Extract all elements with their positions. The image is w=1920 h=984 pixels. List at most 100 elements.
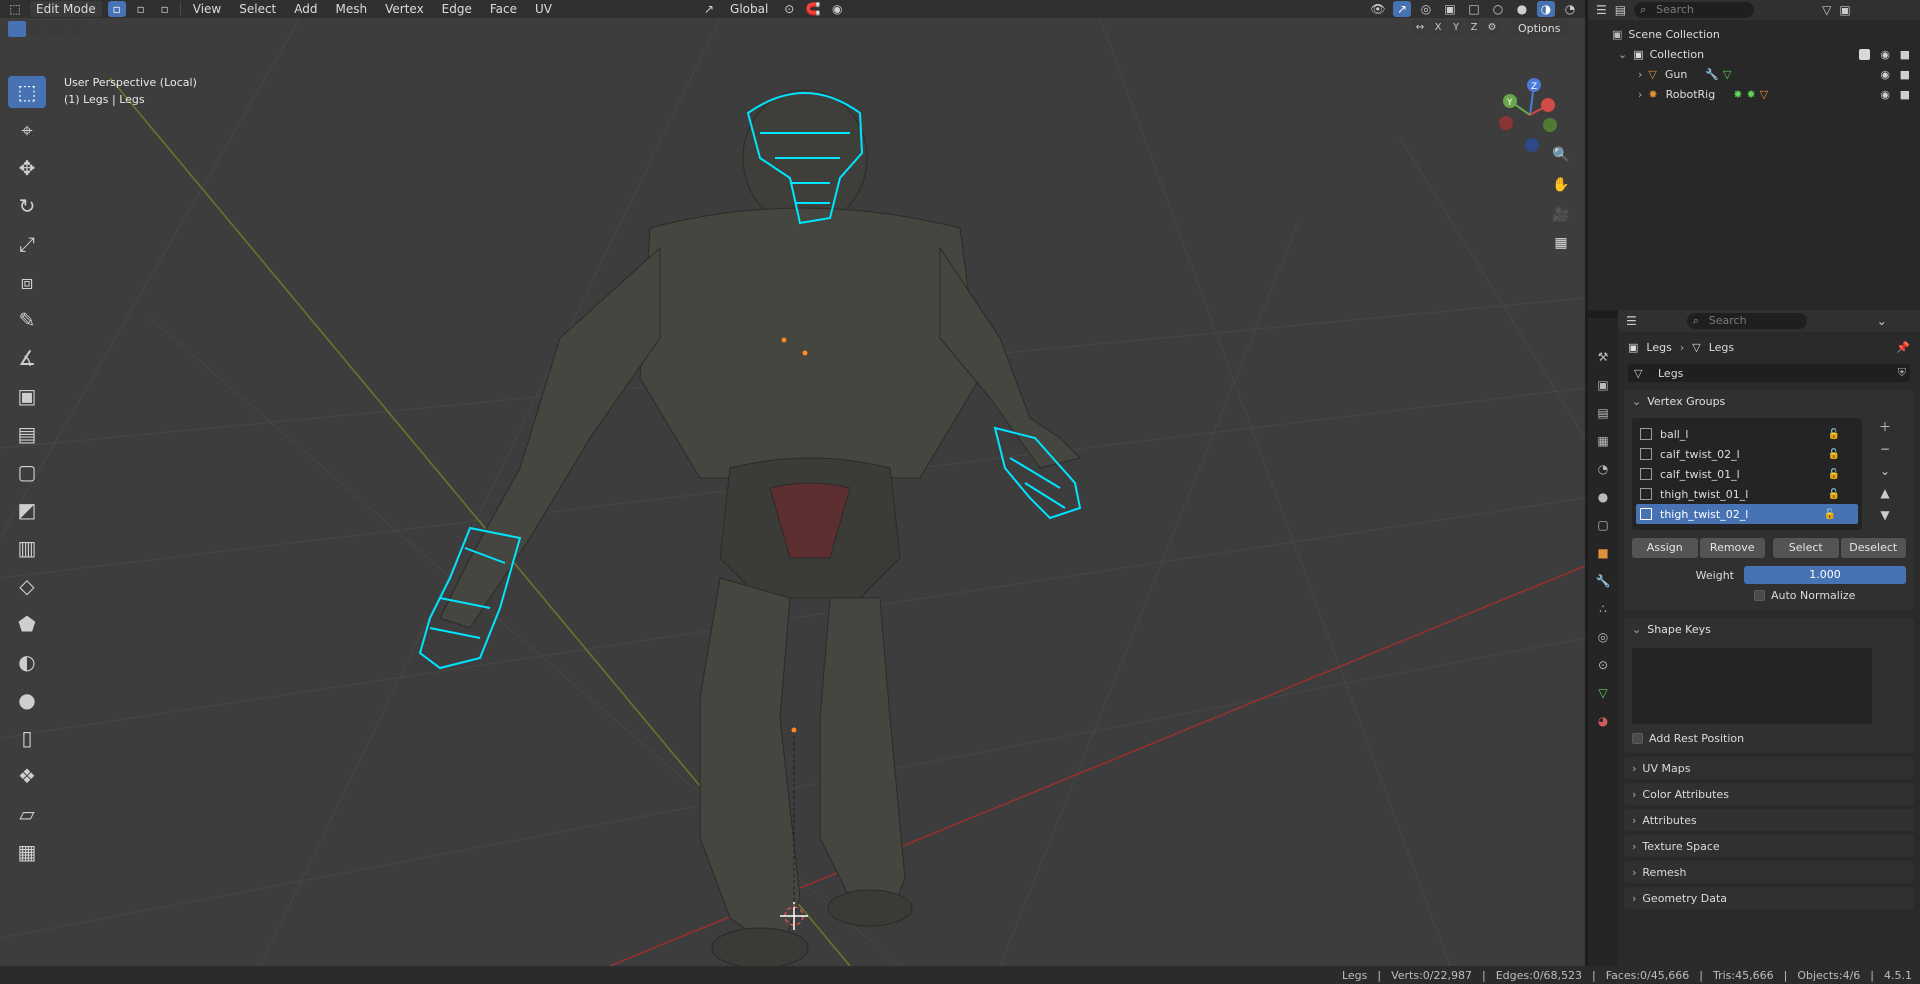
- fake-user-shield-icon[interactable]: ⛨: [1898, 366, 1906, 380]
- panel-texture-space[interactable]: › Texture Space: [1624, 835, 1914, 857]
- pivot-icon[interactable]: ⊙: [780, 1, 798, 17]
- eye-icon[interactable]: ◉: [1880, 88, 1890, 101]
- deselect-button[interactable]: Deselect: [1840, 538, 1906, 558]
- specials-menu-icon[interactable]: ⌄: [1876, 462, 1894, 480]
- transform-tool-icon[interactable]: ⧈: [8, 266, 46, 298]
- outliner-editor-icon[interactable]: ☰: [1596, 3, 1607, 17]
- eye-icon[interactable]: ◉: [1880, 48, 1890, 61]
- collection-tab-icon[interactable]: ▢: [1594, 516, 1612, 534]
- vertex-groups-header[interactable]: ⌄ Vertex Groups: [1624, 390, 1914, 412]
- shape-key-list[interactable]: [1632, 648, 1872, 724]
- gizmo-toggle-icon[interactable]: ↗: [1393, 1, 1411, 17]
- mesh-browse-icon[interactable]: ▽: [1634, 367, 1642, 380]
- camera-icon[interactable]: ■: [1900, 68, 1910, 81]
- select-button[interactable]: Select: [1773, 538, 1839, 558]
- world-tab-icon[interactable]: ●: [1594, 488, 1612, 506]
- scene-collection-row[interactable]: ▣ Scene Collection: [1588, 24, 1920, 44]
- pin-icon[interactable]: 📌: [1896, 341, 1910, 354]
- mesh-edit-overlay-icon[interactable]: ▣: [1441, 1, 1459, 17]
- measure-tool-icon[interactable]: ∡: [8, 342, 46, 374]
- poly-build-tool-icon[interactable]: ⬟: [8, 608, 46, 640]
- scale-tool-icon[interactable]: ⤢: [8, 228, 46, 260]
- collection-row[interactable]: ⌄ ▣ Collection ◉ ■: [1588, 44, 1920, 64]
- shrink-fatten-tool-icon[interactable]: ❖: [8, 760, 46, 792]
- lock-icon[interactable]: 🔓: [1828, 489, 1840, 500]
- weight-slider[interactable]: 1.000: [1744, 566, 1906, 584]
- menu-mesh[interactable]: Mesh: [330, 1, 374, 17]
- panel-uv-maps[interactable]: › UV Maps: [1624, 757, 1914, 779]
- auto-normalize-checkbox[interactable]: [1754, 590, 1765, 601]
- list-item[interactable]: calf_twist_01_l 🔓: [1632, 464, 1862, 484]
- list-item-selected[interactable]: thigh_twist_02_l 🔓: [1636, 504, 1858, 524]
- axis-z-toggle[interactable]: Z: [1466, 20, 1482, 36]
- move-tool-icon[interactable]: ✥: [8, 152, 46, 184]
- rotate-tool-icon[interactable]: ↻: [8, 190, 46, 222]
- eye-icon[interactable]: ◉: [1880, 68, 1890, 81]
- loop-cut-tool-icon[interactable]: ▥: [8, 532, 46, 564]
- camera-view-icon[interactable]: 🎥: [1548, 202, 1574, 228]
- tool-tab-icon[interactable]: ⚒: [1594, 348, 1612, 366]
- mode-dropdown[interactable]: Edit Mode: [30, 1, 102, 17]
- select-new-icon[interactable]: [8, 21, 26, 37]
- camera-icon[interactable]: ■: [1900, 48, 1910, 61]
- spin-tool-icon[interactable]: ◐: [8, 646, 46, 678]
- wireframe-shading-icon[interactable]: ○: [1489, 1, 1507, 17]
- knife-tool-icon[interactable]: ◇: [8, 570, 46, 602]
- menu-face[interactable]: Face: [484, 1, 523, 17]
- material-shading-icon[interactable]: ◑: [1537, 1, 1555, 17]
- mesh-data-tab-icon[interactable]: ▽: [1594, 684, 1612, 702]
- menu-select[interactable]: Select: [233, 1, 282, 17]
- panel-attributes[interactable]: › Attributes: [1624, 809, 1914, 831]
- properties-search-input[interactable]: Search: [1686, 313, 1807, 329]
- vertex-group-list[interactable]: ball_l 🔓 calf_twist_02_l 🔓 calf_twist_01…: [1632, 418, 1862, 530]
- assign-button[interactable]: Assign: [1632, 538, 1698, 558]
- chevron-down-icon[interactable]: ⌄: [1877, 314, 1887, 328]
- modifier-tab-icon[interactable]: 🔧: [1594, 572, 1612, 590]
- list-item[interactable]: thigh_twist_01_l 🔓: [1632, 484, 1862, 504]
- overlay-icon[interactable]: ◎: [1417, 1, 1435, 17]
- collapse-chevron-icon[interactable]: ⌄: [1618, 48, 1627, 61]
- move-down-icon[interactable]: ▼: [1876, 506, 1894, 524]
- zoom-icon[interactable]: 🔍: [1548, 142, 1574, 168]
- bevel-tool-icon[interactable]: ◩: [8, 494, 46, 526]
- outliner-item-robotrig[interactable]: › ✸ RobotRig ✸ ✸ ▽ ◉ ■: [1588, 84, 1920, 104]
- select-extend-icon[interactable]: [28, 21, 46, 37]
- annotate-tool-icon[interactable]: ✎: [8, 304, 46, 336]
- rip-tool-icon[interactable]: ▦: [8, 836, 46, 868]
- camera-icon[interactable]: ■: [1900, 88, 1910, 101]
- new-collection-icon[interactable]: ▣: [1839, 3, 1850, 17]
- rendered-shading-icon[interactable]: ◔: [1561, 1, 1579, 17]
- solid-shading-icon[interactable]: ●: [1513, 1, 1531, 17]
- edge-slide-tool-icon[interactable]: ▯: [8, 722, 46, 754]
- options-dropdown[interactable]: Options: [1510, 20, 1569, 37]
- panel-geometry-data[interactable]: › Geometry Data: [1624, 887, 1914, 909]
- smooth-tool-icon[interactable]: ●: [8, 684, 46, 716]
- object-tab-icon[interactable]: ■: [1594, 544, 1612, 562]
- editor-type-icon[interactable]: ⬚: [6, 1, 24, 17]
- face-select-icon[interactable]: ▫: [156, 1, 174, 17]
- select-box-tool-icon[interactable]: ⬚: [8, 76, 46, 108]
- collection-checkbox[interactable]: [1859, 48, 1870, 60]
- mirror-icon[interactable]: ↔: [1412, 20, 1428, 36]
- constraints-tab-icon[interactable]: ⊙: [1594, 656, 1612, 674]
- output-tab-icon[interactable]: ▤: [1594, 404, 1612, 422]
- edge-select-icon[interactable]: ▫: [132, 1, 150, 17]
- snap-icon[interactable]: 🧲: [804, 1, 822, 17]
- axis-x-toggle[interactable]: X: [1430, 20, 1446, 36]
- menu-edge[interactable]: Edge: [436, 1, 478, 17]
- menu-add[interactable]: Add: [288, 1, 323, 17]
- xray-icon[interactable]: □: [1465, 1, 1483, 17]
- add-rest-checkbox[interactable]: [1632, 733, 1643, 744]
- lock-icon[interactable]: 🔓: [1824, 509, 1836, 520]
- panel-remesh[interactable]: › Remesh: [1624, 861, 1914, 883]
- material-tab-icon[interactable]: ◕: [1594, 712, 1612, 730]
- vertex-select-icon[interactable]: ▫: [107, 1, 126, 17]
- axis-y-toggle[interactable]: Y: [1448, 20, 1464, 36]
- display-mode-icon[interactable]: ▤: [1615, 3, 1626, 17]
- view-layer-tab-icon[interactable]: ▦: [1594, 432, 1612, 450]
- topology-icon[interactable]: ⚙: [1484, 20, 1500, 36]
- expand-chevron-icon[interactable]: ›: [1638, 68, 1642, 81]
- 3d-viewport[interactable]: User Perspective (Local) (1) Legs | Legs…: [0, 18, 1585, 966]
- physics-tab-icon[interactable]: ◎: [1594, 628, 1612, 646]
- panel-color-attributes[interactable]: › Color Attributes: [1624, 783, 1914, 805]
